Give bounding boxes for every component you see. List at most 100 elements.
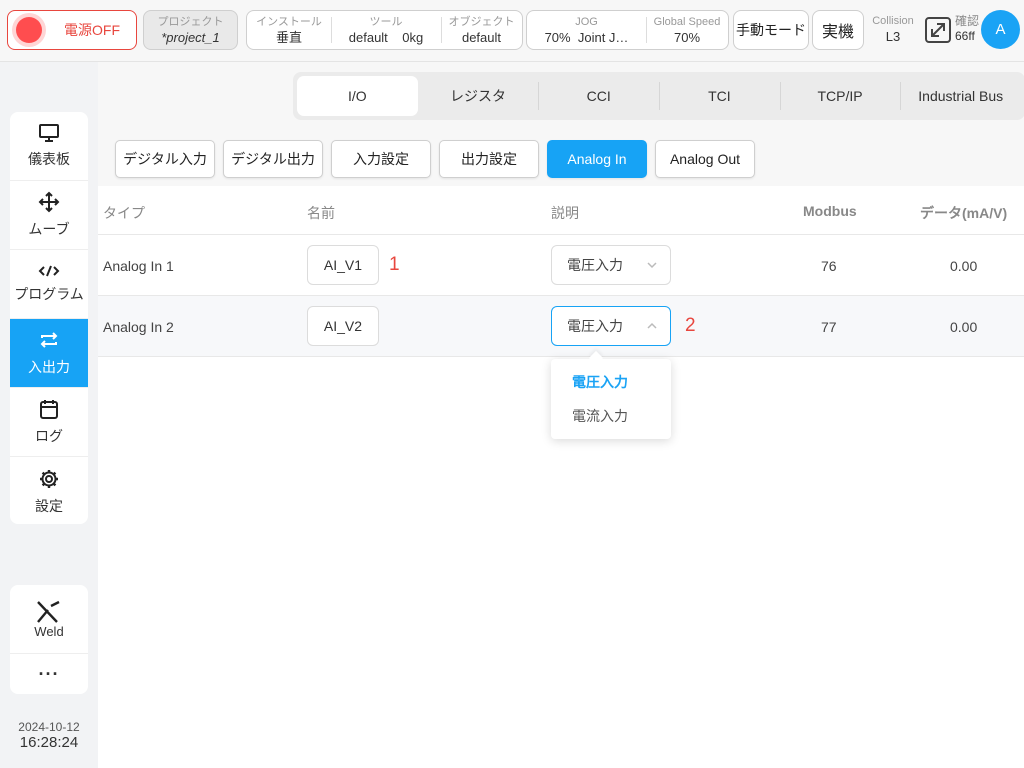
sidebar-item-label: プログラム: [14, 286, 84, 302]
datetime: 2024-10-12 16:28:24: [10, 720, 88, 751]
project-value: *project_1: [161, 30, 220, 45]
sidebar-item-program[interactable]: プログラム: [10, 250, 88, 319]
jog-label: JOG: [575, 16, 598, 28]
main-panel: I/O レジスタ CCI TCI TCP/IP Industrial Bus デ…: [98, 62, 1024, 768]
install-tool-object-panel[interactable]: インストール 垂直 ツール default 0kg オブジェクト default: [246, 10, 523, 50]
tool-value: default: [348, 30, 388, 45]
row2-modbus: 77: [821, 319, 837, 335]
row1-name-field[interactable]: AI_V1: [307, 245, 379, 285]
install-cell[interactable]: インストール 垂直: [247, 11, 331, 49]
sidebar: 儀表板 ムーブ プログラム 入出力 ログ 設定: [10, 112, 88, 524]
collision-label: Collision: [872, 15, 914, 27]
tab-bar: I/O レジスタ CCI TCI TCP/IP Industrial Bus: [293, 72, 1024, 120]
row1-type: Analog In 1: [103, 258, 174, 274]
jog-speed-panel[interactable]: JOG 70% Joint J… Global Speed 70%: [526, 10, 729, 50]
jog-mode: Joint J…: [577, 30, 629, 45]
project-button[interactable]: プロジェクト *project_1: [143, 10, 238, 50]
row-divider: [98, 356, 1024, 357]
sidebar-item-label: 設定: [35, 497, 63, 514]
row1-description-value: 電圧入力: [567, 257, 623, 273]
row1-description-select[interactable]: 電圧入力: [551, 245, 671, 285]
row1-modbus: 76: [821, 258, 837, 274]
subtab-digital-output[interactable]: デジタル出力: [223, 140, 323, 178]
row2-name-field[interactable]: AI_V2: [307, 306, 379, 346]
tab-io[interactable]: I/O: [297, 76, 418, 116]
tab-industrial-bus[interactable]: Industrial Bus: [900, 76, 1021, 116]
real-robot-button[interactable]: 実機: [812, 10, 864, 50]
sidebar-item-label: 儀表板: [28, 151, 70, 167]
header-description: 説明: [551, 205, 579, 221]
power-indicator-icon: [16, 17, 42, 43]
confirm-label: 確認: [955, 14, 980, 28]
subtab-analog-in[interactable]: Analog In: [547, 140, 647, 178]
monitor-icon: [39, 124, 59, 142]
subtab-analog-out[interactable]: Analog Out: [655, 140, 755, 178]
more-button[interactable]: ···: [10, 654, 88, 694]
sidebar-item-label: ログ: [35, 428, 63, 444]
global-speed-value: 70%: [673, 30, 701, 45]
collision-value: L3: [885, 29, 901, 44]
sidebar-item-label: ムーブ: [28, 221, 70, 237]
row1-data: 0.00: [950, 258, 978, 274]
tab-cci[interactable]: CCI: [538, 76, 659, 116]
sidebar-item-io[interactable]: 入出力: [10, 319, 88, 388]
sidebar-item-log[interactable]: ログ: [10, 388, 88, 457]
dropdown-option-voltage[interactable]: 電圧入力: [572, 372, 628, 392]
subtab-digital-input[interactable]: デジタル入力: [115, 140, 215, 178]
row2-description-select[interactable]: 電圧入力: [551, 306, 671, 346]
row2-type: Analog In 2: [103, 319, 174, 335]
install-label: インストール: [256, 16, 322, 28]
tool-label: ツール: [369, 16, 403, 28]
install-value: 垂直: [275, 30, 302, 45]
time-text: 16:28:24: [19, 734, 79, 751]
header-type: タイプ: [103, 205, 145, 221]
row1-marker: 1: [389, 254, 400, 275]
expand-icon[interactable]: [924, 16, 952, 44]
global-speed-label: Global Speed: [653, 16, 721, 28]
header-divider: [98, 234, 1024, 235]
jog-cell[interactable]: JOG 70% Joint J…: [527, 11, 646, 49]
row2-data: 0.00: [950, 319, 978, 335]
weld-label: Weld: [34, 623, 64, 639]
subtab-output-settings[interactable]: 出力設定: [439, 140, 539, 178]
description-dropdown: 電圧入力 電流入力: [551, 359, 671, 439]
power-label: 電源OFF: [64, 22, 120, 38]
header-data: データ(mA/V): [920, 205, 1008, 221]
code-icon: [38, 265, 60, 277]
avatar[interactable]: A: [981, 10, 1020, 49]
tabs-area: I/O レジスタ CCI TCI TCP/IP Industrial Bus デ…: [98, 62, 1024, 186]
transfer-icon: [40, 332, 58, 348]
sidebar-item-dashboard[interactable]: 儀表板: [10, 112, 88, 181]
weld-button[interactable]: Weld: [10, 585, 88, 654]
weld-icon: [37, 600, 60, 623]
sidebar-item-label: 入出力: [28, 359, 70, 375]
manual-mode-button[interactable]: 手動モード: [733, 10, 809, 50]
power-button[interactable]: 電源OFF: [7, 10, 137, 50]
dropdown-option-current[interactable]: 電流入力: [572, 406, 628, 426]
collision-indicator[interactable]: Collision L3: [868, 12, 918, 46]
sidebar-item-settings[interactable]: 設定: [10, 457, 88, 524]
confirm-value: 66ff: [955, 29, 975, 43]
row2-marker: 2: [685, 315, 696, 336]
chevron-down-icon: [647, 262, 657, 269]
object-cell[interactable]: オブジェクト default: [441, 11, 522, 49]
tool-load: 0kg: [402, 30, 424, 45]
tab-tcpip[interactable]: TCP/IP: [779, 76, 901, 116]
move-icon: [38, 191, 60, 213]
project-label: プロジェクト: [157, 16, 224, 28]
header-modbus: Modbus: [803, 203, 857, 219]
subtab-input-settings[interactable]: 入力設定: [331, 140, 431, 178]
sidebar-item-move[interactable]: ムーブ: [10, 181, 88, 250]
object-value: default: [461, 30, 502, 45]
row2-description-value: 電圧入力: [567, 318, 623, 334]
tool-cell[interactable]: ツール default 0kg: [331, 11, 441, 49]
global-speed-cell[interactable]: Global Speed 70%: [646, 11, 728, 49]
tab-tci[interactable]: TCI: [659, 76, 780, 116]
chevron-up-icon: [647, 322, 657, 329]
confirm-indicator[interactable]: 確認 66ff: [955, 14, 979, 44]
object-label: オブジェクト: [448, 16, 515, 28]
gear-icon: [40, 469, 58, 488]
jog-speed: 70%: [544, 30, 571, 45]
tab-register[interactable]: レジスタ: [418, 76, 539, 116]
calendar-icon: [40, 400, 58, 419]
